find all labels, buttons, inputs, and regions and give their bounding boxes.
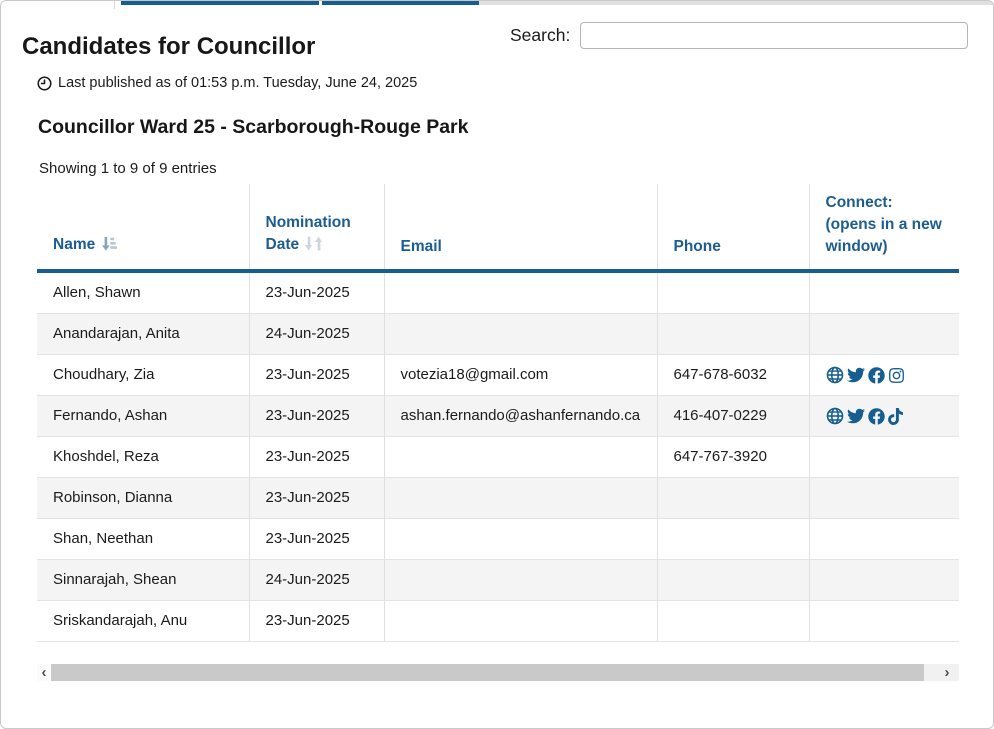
tiktok-icon[interactable]	[888, 408, 903, 425]
cell-phone	[657, 519, 809, 560]
scroll-left-button[interactable]: ‹	[37, 664, 51, 681]
sort-both-icon	[304, 238, 325, 255]
cell-connect	[809, 560, 959, 601]
cell-phone: 416-407-0229	[657, 396, 809, 437]
cell-nomination-date: 23-Jun-2025	[249, 437, 384, 478]
cell-name: Sriskandarajah, Anu	[37, 601, 249, 642]
social-links	[826, 406, 944, 426]
column-label: Connect: (opens in a new window)	[826, 194, 942, 255]
cell-nomination-date: 23-Jun-2025	[249, 396, 384, 437]
cell-name: Sinnarajah, Shean	[37, 560, 249, 601]
cell-connect	[809, 314, 959, 355]
candidates-table-body: Allen, Shawn23-Jun-2025Anandarajan, Anit…	[37, 271, 959, 642]
cell-connect	[809, 396, 959, 437]
horizontal-scrollbar[interactable]: ‹ ›	[37, 664, 959, 681]
candidates-table: Name Nomination Date Email Phone Connect…	[37, 184, 959, 642]
entries-summary: Showing 1 to 9 of 9 entries	[39, 160, 217, 177]
cell-email	[384, 519, 657, 560]
cell-connect	[809, 478, 959, 519]
column-label: Email	[401, 238, 442, 255]
cell-connect	[809, 437, 959, 478]
facebook-icon[interactable]	[868, 408, 885, 425]
cell-phone: 647-767-3920	[657, 437, 809, 478]
table-row: Sinnarajah, Shean24-Jun-2025	[37, 560, 959, 601]
cell-nomination-date: 23-Jun-2025	[249, 601, 384, 642]
column-label: Name	[53, 236, 95, 253]
cell-email	[384, 271, 657, 314]
scroll-track[interactable]	[924, 664, 935, 681]
cell-nomination-date: 23-Jun-2025	[249, 519, 384, 560]
cell-connect	[809, 519, 959, 560]
search-input[interactable]	[580, 22, 968, 49]
cell-name: Choudhary, Zia	[37, 355, 249, 396]
cell-email: ashan.fernando@ashanfernando.ca	[384, 396, 657, 437]
cell-nomination-date: 23-Jun-2025	[249, 271, 384, 314]
cell-connect	[809, 601, 959, 642]
table-row: Khoshdel, Reza23-Jun-2025 647-767-3920	[37, 437, 959, 478]
active-tab-edge	[114, 1, 115, 9]
cell-connect	[809, 355, 959, 396]
table-header-row: Name Nomination Date Email Phone Connect…	[37, 184, 959, 271]
column-header-nomination-date[interactable]: Nomination Date	[249, 184, 384, 271]
website-icon[interactable]	[826, 366, 844, 384]
tab-strip-remainder	[479, 1, 993, 5]
table-row: Choudhary, Zia23-Jun-2025votezia18@gmail…	[37, 355, 959, 396]
cell-nomination-date: 24-Jun-2025	[249, 560, 384, 601]
page: Candidates for Councillor Search: Last p…	[0, 0, 994, 729]
twitter-icon[interactable]	[847, 366, 865, 384]
cell-email	[384, 314, 657, 355]
cell-nomination-date: 24-Jun-2025	[249, 314, 384, 355]
tab-indicator-2[interactable]	[322, 1, 479, 5]
cell-name: Khoshdel, Reza	[37, 437, 249, 478]
twitter-icon[interactable]	[847, 407, 865, 425]
column-header-email[interactable]: Email	[384, 184, 657, 271]
cell-email	[384, 478, 657, 519]
published-line: Last published as of 01:53 p.m. Tuesday,…	[37, 75, 417, 91]
cell-email	[384, 601, 657, 642]
sort-ascending-icon	[100, 238, 117, 255]
cell-name: Anandarajan, Anita	[37, 314, 249, 355]
cell-phone	[657, 478, 809, 519]
table-row: Shan, Neethan23-Jun-2025	[37, 519, 959, 560]
cell-connect	[809, 271, 959, 314]
cell-email: votezia18@gmail.com	[384, 355, 657, 396]
table-row: Fernando, Ashan23-Jun-2025ashan.fernando…	[37, 396, 959, 437]
cell-phone	[657, 601, 809, 642]
search-control: Search:	[510, 22, 968, 49]
clock-icon	[37, 76, 52, 91]
tab-indicator-1[interactable]	[121, 1, 319, 5]
ward-title: Councillor Ward 25 - Scarborough-Rouge P…	[38, 115, 469, 139]
cell-name: Allen, Shawn	[37, 271, 249, 314]
scroll-thumb[interactable]	[51, 664, 924, 681]
table-row: Robinson, Dianna23-Jun-2025	[37, 478, 959, 519]
column-header-connect[interactable]: Connect: (opens in a new window)	[809, 184, 959, 271]
column-label: Phone	[674, 238, 721, 255]
cell-name: Robinson, Dianna	[37, 478, 249, 519]
table-row: Anandarajan, Anita24-Jun-2025	[37, 314, 959, 355]
cell-nomination-date: 23-Jun-2025	[249, 355, 384, 396]
cell-phone	[657, 314, 809, 355]
cell-name: Shan, Neethan	[37, 519, 249, 560]
website-icon[interactable]	[826, 407, 844, 425]
cell-phone	[657, 560, 809, 601]
table-row: Allen, Shawn23-Jun-2025	[37, 271, 959, 314]
table-row: Sriskandarajah, Anu23-Jun-2025	[37, 601, 959, 642]
cell-name: Fernando, Ashan	[37, 396, 249, 437]
scroll-right-button[interactable]: ›	[935, 664, 959, 681]
published-text: Last published as of 01:53 p.m. Tuesday,…	[58, 75, 417, 91]
page-title: Candidates for Councillor	[22, 33, 315, 61]
column-header-name[interactable]: Name	[37, 184, 249, 271]
instagram-icon[interactable]	[888, 367, 905, 384]
cell-nomination-date: 23-Jun-2025	[249, 478, 384, 519]
facebook-icon[interactable]	[868, 367, 885, 384]
cell-phone: 647-678-6032	[657, 355, 809, 396]
cell-email	[384, 437, 657, 478]
cell-email	[384, 560, 657, 601]
search-label: Search:	[510, 25, 570, 46]
column-header-phone[interactable]: Phone	[657, 184, 809, 271]
cell-phone	[657, 271, 809, 314]
social-links	[826, 365, 944, 385]
